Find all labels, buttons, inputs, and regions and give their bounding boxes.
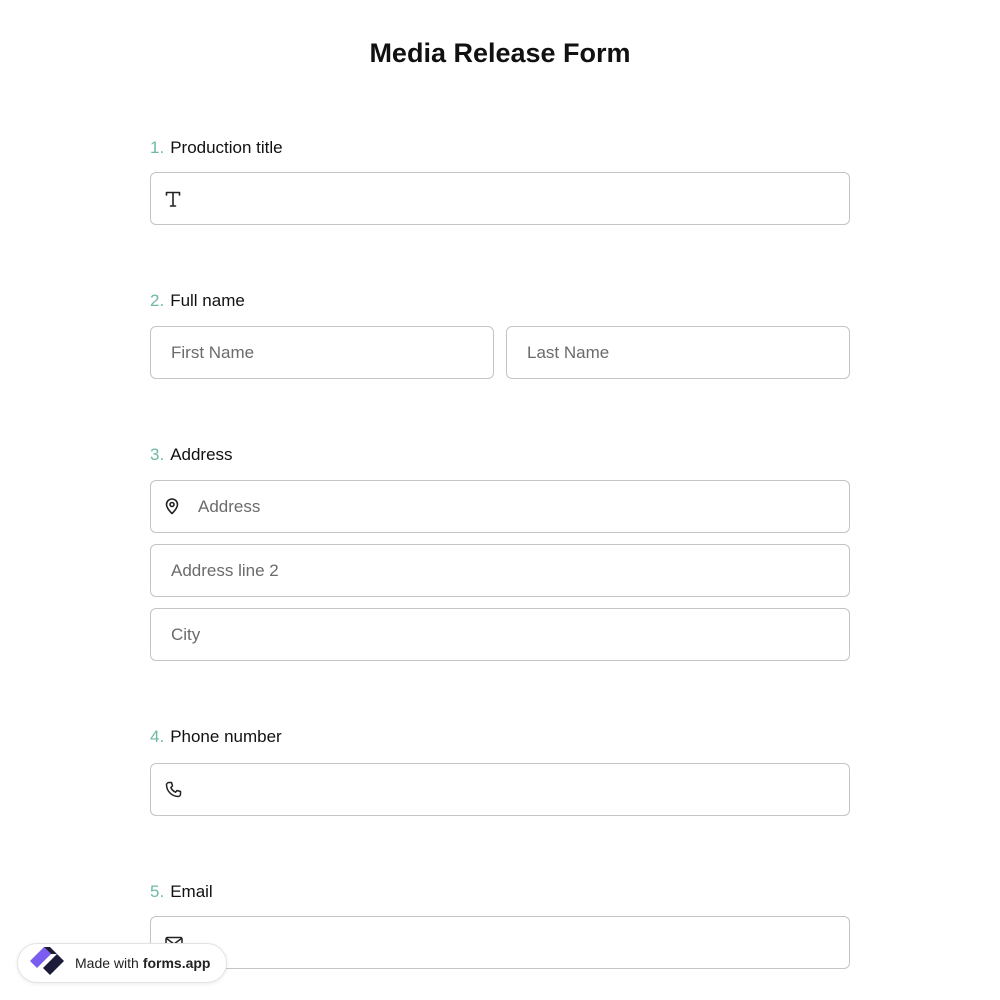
first-name-placeholder: First Name bbox=[171, 342, 255, 362]
address-line-2-placeholder: Address line 2 bbox=[171, 560, 279, 580]
question-number: 4. bbox=[150, 727, 165, 746]
question-label: Full name bbox=[170, 291, 245, 310]
last-name-input[interactable]: Last Name bbox=[506, 326, 850, 379]
forms-app-logo-icon bbox=[27, 944, 67, 983]
question-label: Production title bbox=[170, 138, 283, 157]
question-full-name: 2. Full name bbox=[150, 291, 245, 311]
text-icon bbox=[165, 190, 181, 208]
question-number: 2. bbox=[150, 291, 165, 310]
question-number: 5. bbox=[150, 882, 165, 901]
city-input[interactable]: City bbox=[150, 608, 850, 661]
badge-text: Made with forms.app bbox=[75, 955, 211, 971]
production-title-input[interactable] bbox=[150, 172, 850, 225]
city-placeholder: City bbox=[171, 624, 201, 644]
form-page: Media Release Form 1. Production title 2.… bbox=[0, 0, 1000, 1000]
form-title: Media Release Form bbox=[369, 38, 631, 68]
first-name-input[interactable]: First Name bbox=[150, 326, 494, 379]
question-email: 5. Email bbox=[150, 882, 213, 902]
question-address: 3. Address bbox=[150, 445, 233, 465]
badge-prefix: Made with bbox=[75, 955, 139, 971]
question-label: Email bbox=[170, 882, 213, 901]
question-label: Address bbox=[170, 445, 233, 464]
made-with-forms-app-badge[interactable]: Made with forms.app bbox=[17, 943, 227, 983]
address-placeholder: Address bbox=[198, 496, 261, 516]
phone-input[interactable] bbox=[150, 763, 850, 816]
last-name-placeholder: Last Name bbox=[527, 342, 610, 362]
phone-icon bbox=[165, 781, 182, 798]
question-number: 3. bbox=[150, 445, 165, 464]
question-phone-number: 4. Phone number bbox=[150, 727, 282, 747]
location-pin-icon bbox=[165, 498, 179, 515]
question-number: 1. bbox=[150, 138, 165, 157]
address-line-2-input[interactable]: Address line 2 bbox=[150, 544, 850, 597]
address-input[interactable]: Address bbox=[150, 480, 850, 533]
email-input[interactable] bbox=[150, 916, 850, 969]
question-production-title: 1. Production title bbox=[150, 138, 283, 158]
question-label: Phone number bbox=[170, 727, 282, 746]
badge-brand: forms.app bbox=[142, 955, 211, 971]
